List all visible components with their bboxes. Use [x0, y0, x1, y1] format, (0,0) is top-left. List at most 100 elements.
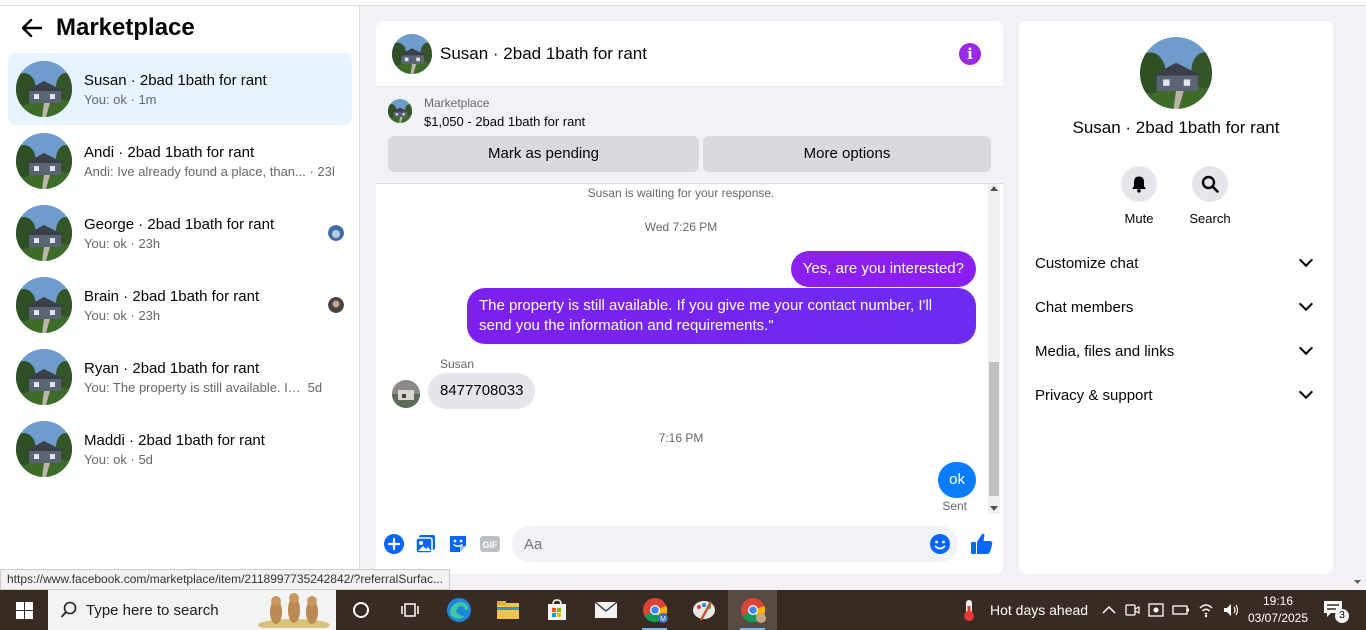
plus-icon[interactable] [383, 533, 405, 555]
clock-time: 19:16 [1262, 594, 1294, 608]
conversation-preview: You: ok · 5d [84, 451, 153, 467]
timestamp: 7:16 PM [658, 431, 704, 445]
mute-button[interactable]: Mute [1109, 166, 1169, 226]
scroll-up-arrow-icon[interactable] [990, 186, 998, 191]
emoji-icon[interactable] [929, 533, 951, 555]
edge-browser-icon[interactable] [434, 590, 483, 630]
conversation-preview: You: ok · 1m [84, 91, 157, 107]
search-button[interactable]: Search [1180, 166, 1240, 226]
customize-chat-row[interactable]: Customize chat [1035, 241, 1317, 285]
message-input[interactable] [512, 526, 958, 562]
chat-panel: Susan · 2bad 1bath for rant i Marketplac… [376, 21, 1003, 574]
avatar [16, 133, 72, 189]
scroll-down-arrow-icon[interactable] [990, 506, 998, 511]
taskbar-search-box[interactable]: Type here to search [48, 590, 336, 630]
message-bubble-outgoing: ok [938, 462, 976, 498]
chat-members-row[interactable]: Chat members [1035, 285, 1317, 329]
avatar [16, 205, 72, 261]
weather-text: Hot days ahead [990, 602, 1089, 618]
back-arrow-icon[interactable] [20, 16, 44, 40]
conversation-item-susan[interactable]: Susan · 2bad 1bath for rant You: ok · 1m [8, 53, 352, 125]
search-highlight-icon [258, 593, 330, 628]
search-label: Search [1189, 211, 1231, 226]
svg-text:GIF: GIF [483, 540, 499, 550]
chat-avatar[interactable] [392, 33, 432, 74]
wifi-icon[interactable] [1198, 602, 1214, 618]
scrollbar-thumb[interactable] [989, 362, 999, 496]
page-scroll-down-icon[interactable] [1349, 574, 1366, 590]
chrome-active-icon[interactable] [728, 590, 777, 630]
avatar [16, 61, 72, 117]
sender-avatar[interactable] [392, 380, 420, 408]
conversation-name: Brain · 2bad 1bath for rant [84, 287, 260, 305]
conversation-preview: You: ok · 23h [84, 235, 161, 251]
conversation-item-maddi[interactable]: Maddi · 2bad 1bath for rant You: ok · 5d [8, 413, 352, 485]
gif-icon[interactable]: GIF [479, 533, 501, 555]
chat-header: Susan · 2bad 1bath for rant i [376, 21, 1003, 87]
conversation-name: Andi · 2bad 1bath for rant [84, 143, 255, 161]
conversation-item-andi[interactable]: Andi · 2bad 1bath for rant Andi: Ive alr… [8, 125, 352, 197]
device-icon[interactable] [1148, 602, 1164, 618]
listing-thumbnail[interactable] [388, 99, 412, 123]
file-explorer-icon[interactable] [483, 590, 532, 630]
mail-icon[interactable] [581, 590, 630, 630]
volume-icon[interactable] [1222, 602, 1240, 618]
more-options-button[interactable]: More options [703, 136, 991, 172]
mark-as-pending-button[interactable]: Mark as pending [388, 136, 699, 172]
chevron-down-icon [1298, 296, 1314, 312]
notifications-icon[interactable]: 3 [1322, 598, 1349, 624]
conversation-preview: You: The property is still available. If… [84, 379, 323, 395]
media-files-links-row[interactable]: Media, files and links [1035, 329, 1317, 373]
mute-label: Mute [1124, 211, 1154, 226]
paint-app-icon[interactable] [679, 590, 728, 630]
meet-now-icon[interactable] [1124, 602, 1140, 618]
taskbar-search-placeholder: Type here to search [86, 601, 219, 619]
cortana-icon[interactable] [336, 590, 385, 630]
microsoft-store-icon[interactable] [532, 590, 581, 630]
info-icon[interactable]: i [959, 43, 981, 65]
listing-title[interactable]: $1,050 - 2bad 1bath for rant [424, 114, 585, 129]
marketplace-label: Marketplace [424, 96, 490, 110]
conversation-item-george[interactable]: George · 2bad 1bath for rant You: ok · 2… [8, 197, 352, 269]
privacy-support-row[interactable]: Privacy & support [1035, 373, 1317, 417]
profile-avatar[interactable] [1140, 37, 1212, 109]
photo-icon[interactable] [415, 533, 437, 555]
battery-icon[interactable] [1172, 604, 1190, 616]
chat-title[interactable]: Susan · 2bad 1bath for rant [440, 44, 647, 64]
windows-start-icon[interactable] [0, 590, 48, 630]
profile-name: Susan · 2bad 1bath for rant [1072, 118, 1280, 137]
search-icon [60, 601, 77, 618]
conversation-name: Maddi · 2bad 1bath for rant [84, 431, 265, 449]
conversation-item-brain[interactable]: Brain · 2bad 1bath for rant You: ok · 23… [8, 269, 352, 341]
chat-scrollbar[interactable] [988, 184, 1000, 514]
system-clock[interactable]: 19:16 03/07/2025 [1240, 593, 1316, 627]
chevron-down-icon [1298, 340, 1314, 356]
search-icon [1192, 166, 1228, 202]
notification-count-badge: 3 [1335, 609, 1349, 623]
system-tray [1102, 590, 1240, 630]
conversation-preview: Andi: Ive already found a place, than...… [84, 163, 334, 179]
row-label: Customize chat [1035, 254, 1139, 272]
avatar [16, 277, 72, 333]
thumbs-up-icon[interactable] [970, 532, 994, 556]
sticker-icon[interactable] [447, 533, 469, 555]
conversation-name: Ryan · 2bad 1bath for rant [84, 359, 260, 377]
timestamp: Wed 7:26 PM [644, 220, 718, 234]
sent-status: Sent [942, 499, 967, 513]
sidebar-header: Marketplace [0, 6, 359, 50]
chrome-profile-icon[interactable]: M [630, 590, 679, 630]
message-bubble-outgoing: The property is still available. If you … [467, 288, 976, 344]
row-label: Privacy & support [1035, 386, 1153, 404]
row-label: Chat members [1035, 298, 1134, 316]
task-view-icon[interactable] [385, 590, 434, 630]
read-receipt-avatar [328, 225, 344, 241]
conversation-details-panel: Susan · 2bad 1bath for rant Mute Search … [1019, 21, 1333, 574]
conversation-preview: You: ok · 23h [84, 307, 161, 323]
marketplace-listing-banner: Marketplace $1,050 - 2bad 1bath for rant… [376, 87, 1003, 184]
chevron-down-icon [1298, 252, 1314, 268]
conversation-name: George · 2bad 1bath for rant [84, 215, 275, 233]
thermometer-icon [964, 600, 974, 621]
weather-widget[interactable]: Hot days ahead [958, 590, 1088, 630]
chevron-up-icon[interactable] [1102, 605, 1116, 615]
conversation-item-ryan[interactable]: Ryan · 2bad 1bath for rant You: The prop… [8, 341, 352, 413]
